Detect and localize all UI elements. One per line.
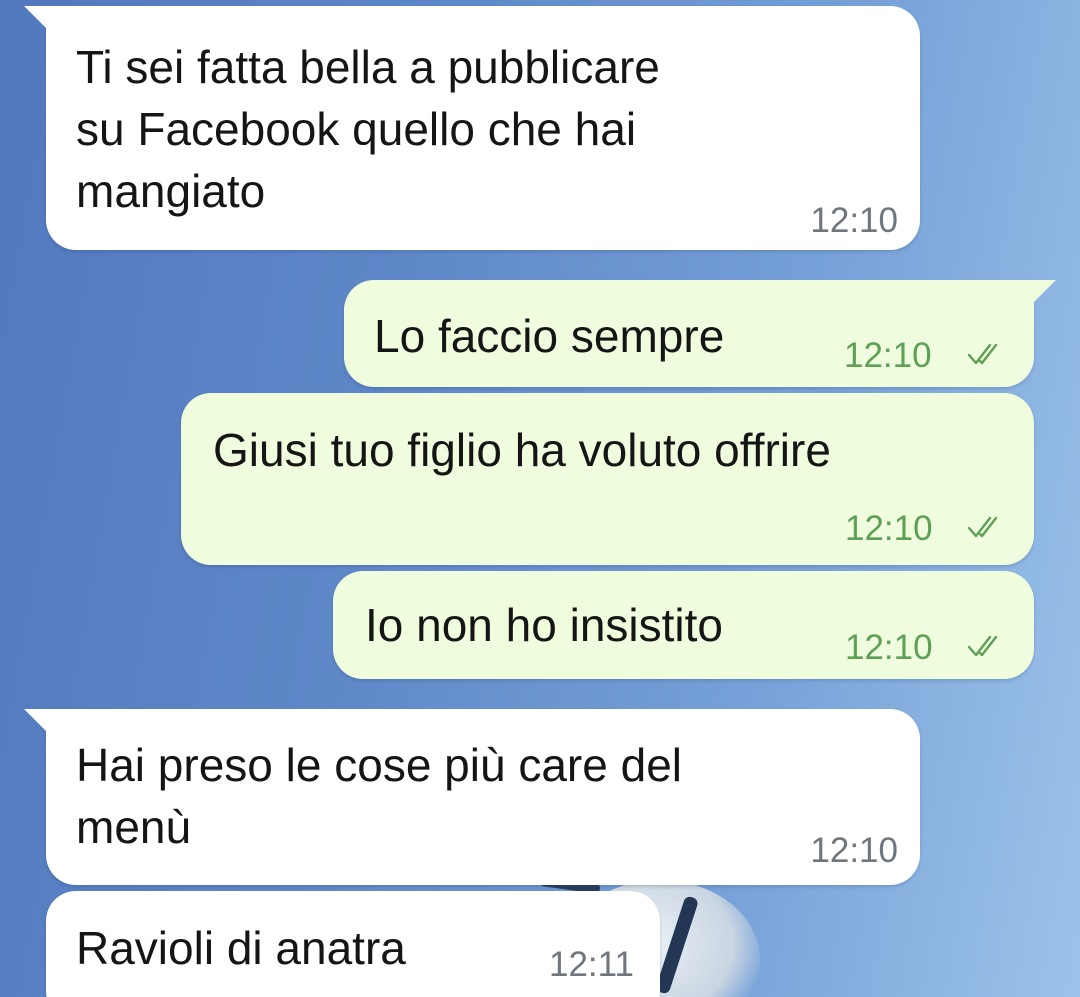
read-double-check-icon [967,635,998,657]
message-bubble-outgoing[interactable]: Io non ho insistito 12:10 [333,571,1034,679]
message-bubble-incoming[interactable]: Ravioli di anatra 12:11 [46,891,660,997]
read-double-check-icon [967,343,998,365]
message-text: Ti sei fatta bella a pubblicare su Faceb… [76,41,660,217]
message-bubble-incoming[interactable]: Hai preso le cose più care del menù 12:1… [24,709,920,885]
message-text: Hai preso le cose più care del menù [76,739,682,853]
chat-wallpaper: Ti sei fatta bella a pubblicare su Faceb… [0,0,1080,997]
message-text: Lo faccio sempre [374,310,725,362]
message-bubble-outgoing[interactable]: Giusi tuo figlio ha voluto offrire 12:10 [181,393,1034,565]
bubble-tail [1034,280,1056,302]
message-bubble-incoming[interactable]: Ti sei fatta bella a pubblicare su Faceb… [24,6,920,250]
message-text: Io non ho insistito [365,599,724,651]
message-text: Ravioli di anatra [76,922,406,974]
message-time: 12:10 [845,628,933,667]
message-bubble-outgoing[interactable]: Lo faccio sempre 12:10 [344,280,1056,387]
bubble-tail [24,709,46,731]
message-time: 12:10 [845,509,933,548]
read-double-check-icon [967,516,998,538]
bubble-tail [24,6,46,28]
message-text: Giusi tuo figlio ha voluto offrire [213,424,831,476]
message-time: 12:11 [549,945,634,984]
message-time: 12:10 [810,831,898,870]
message-time: 12:10 [810,201,898,240]
message-time: 12:10 [844,336,932,375]
